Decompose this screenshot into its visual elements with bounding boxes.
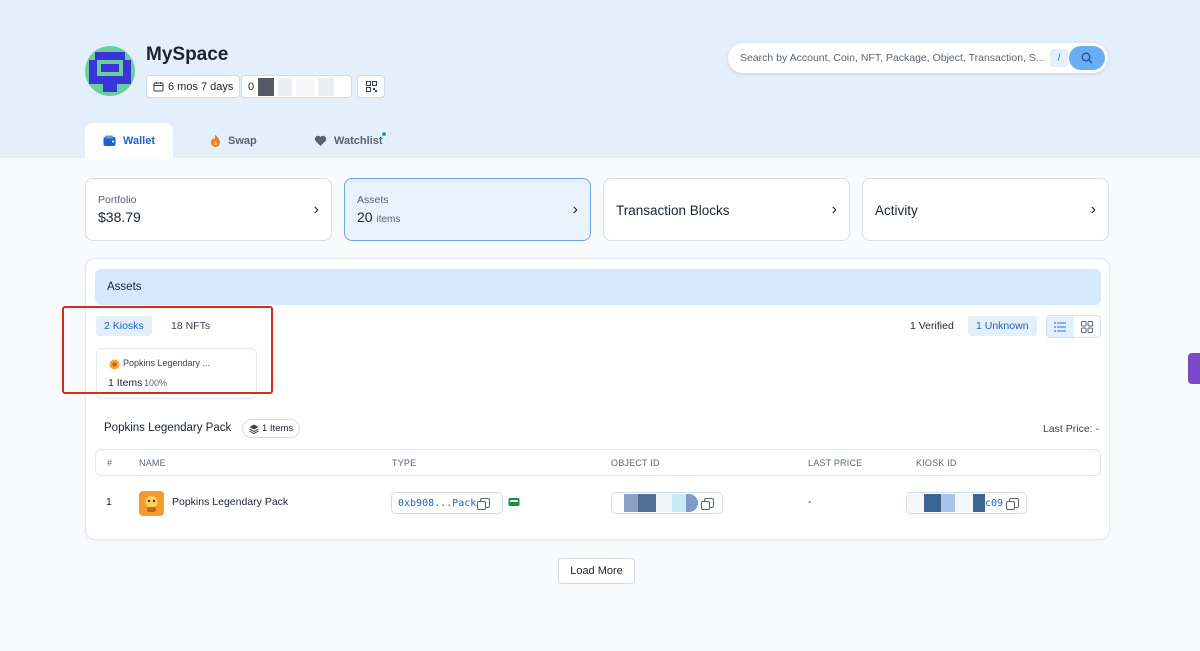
assets-value: 20 items: [357, 209, 401, 225]
group-count-chip: 1 Items: [242, 419, 301, 438]
wallet-icon: [103, 135, 116, 146]
tab-swap[interactable]: Swap: [192, 123, 275, 158]
chevron-right-icon: ›: [831, 201, 837, 218]
last-price-label: Last Price: -: [1042, 423, 1099, 435]
nft-thumbnail[interactable]: [139, 491, 164, 516]
activity-card[interactable]: Activity ›: [862, 178, 1109, 241]
kiosk-id-suffix: c09: [985, 497, 1004, 509]
transaction-blocks-card[interactable]: Transaction Blocks ›: [603, 178, 850, 241]
tab-label: Wallet: [123, 134, 155, 147]
notification-dot: [381, 131, 387, 137]
chevron-right-icon: ›: [313, 201, 319, 218]
account-age-text: 6 mos 7 days: [168, 80, 234, 93]
assets-label: Assets: [357, 194, 389, 206]
calendar-icon: [153, 82, 164, 92]
qr-code-icon: [365, 81, 377, 92]
portfolio-label: Portfolio: [98, 194, 137, 206]
tab-watchlist[interactable]: Watchlist: [296, 123, 401, 158]
heart-icon: [314, 135, 327, 146]
address-prefix: 0: [248, 80, 255, 93]
avatar: [85, 46, 135, 96]
list-view-button[interactable]: [1047, 316, 1074, 337]
list-icon: [1054, 321, 1067, 332]
portfolio-value: $38.79: [98, 209, 141, 225]
side-panel-handle[interactable]: [1188, 353, 1200, 384]
chevron-right-icon: ›: [1090, 201, 1096, 218]
activity-label: Activity: [875, 203, 918, 218]
row-last-price: -: [808, 496, 812, 508]
verified-badge-icon: [508, 498, 520, 506]
copy-icon[interactable]: [477, 498, 491, 510]
tab-label: Watchlist: [334, 134, 383, 147]
kiosk-id-chip[interactable]: c09: [906, 492, 1027, 514]
column-header: NAME: [139, 458, 166, 468]
object-id-chip[interactable]: [611, 492, 723, 514]
search-bar[interactable]: Search by Account, Coin, NFT, Package, O…: [728, 43, 1108, 73]
column-header: OBJECT ID: [611, 458, 660, 468]
assets-panel: Assets 2 Kiosks 18 NFTs 1 Verified 1 Unk…: [85, 258, 1110, 540]
row-name[interactable]: Popkins Legendary Pack: [172, 496, 288, 508]
group-count: 1 Items: [262, 423, 294, 434]
search-input[interactable]: Search by Account, Coin, NFT, Package, O…: [740, 52, 1044, 64]
account-age-chip: 6 mos 7 days: [146, 75, 241, 98]
assets-panel-title: Assets: [95, 269, 1101, 305]
tab-label: Swap: [228, 134, 257, 147]
chevron-right-icon: ›: [572, 201, 578, 218]
kiosk-id-redacted: [907, 494, 924, 512]
verified-filter[interactable]: 1 Verified: [902, 316, 962, 336]
column-header: TYPE: [392, 458, 417, 468]
column-header: #: [107, 458, 113, 468]
layers-icon: [249, 424, 259, 434]
transaction-blocks-label: Transaction Blocks: [616, 203, 730, 218]
object-id-redacted: [624, 494, 638, 512]
type-value: 0xb908...Pack: [398, 497, 477, 509]
tab-wallet[interactable]: Wallet: [85, 123, 173, 158]
load-more-button[interactable]: Load More: [558, 558, 635, 584]
copy-icon[interactable]: [1006, 498, 1020, 510]
group-title: Popkins Legendary Pack: [104, 422, 232, 434]
address-chip[interactable]: 0: [241, 75, 352, 98]
type-chip[interactable]: 0xb908...Pack: [391, 492, 503, 514]
fire-icon: [211, 134, 220, 147]
page-title: MySpace: [146, 44, 229, 65]
grid-view-button[interactable]: [1074, 316, 1101, 337]
search-icon: [1081, 52, 1093, 64]
column-header: LAST PRICE: [808, 458, 863, 468]
grid-icon: [1080, 320, 1093, 333]
copy-icon[interactable]: [701, 498, 714, 510]
view-toggle[interactable]: [1046, 315, 1101, 338]
unknown-filter[interactable]: 1 Unknown: [968, 316, 1037, 336]
qr-code-button[interactable]: [357, 75, 385, 98]
row-index: 1: [106, 496, 112, 508]
search-button[interactable]: [1069, 46, 1105, 70]
column-header: KIOSK ID: [916, 458, 957, 468]
annotation-highlight-box: [62, 306, 273, 394]
table-header: # NAME TYPE OBJECT ID LAST PRICE KIOSK I…: [95, 449, 1101, 476]
portfolio-card[interactable]: Portfolio $38.79 ›: [85, 178, 332, 241]
address-redacted: [258, 77, 275, 96]
assets-card[interactable]: Assets 20 items ›: [344, 178, 591, 241]
search-shortcut-key: /: [1050, 49, 1068, 67]
